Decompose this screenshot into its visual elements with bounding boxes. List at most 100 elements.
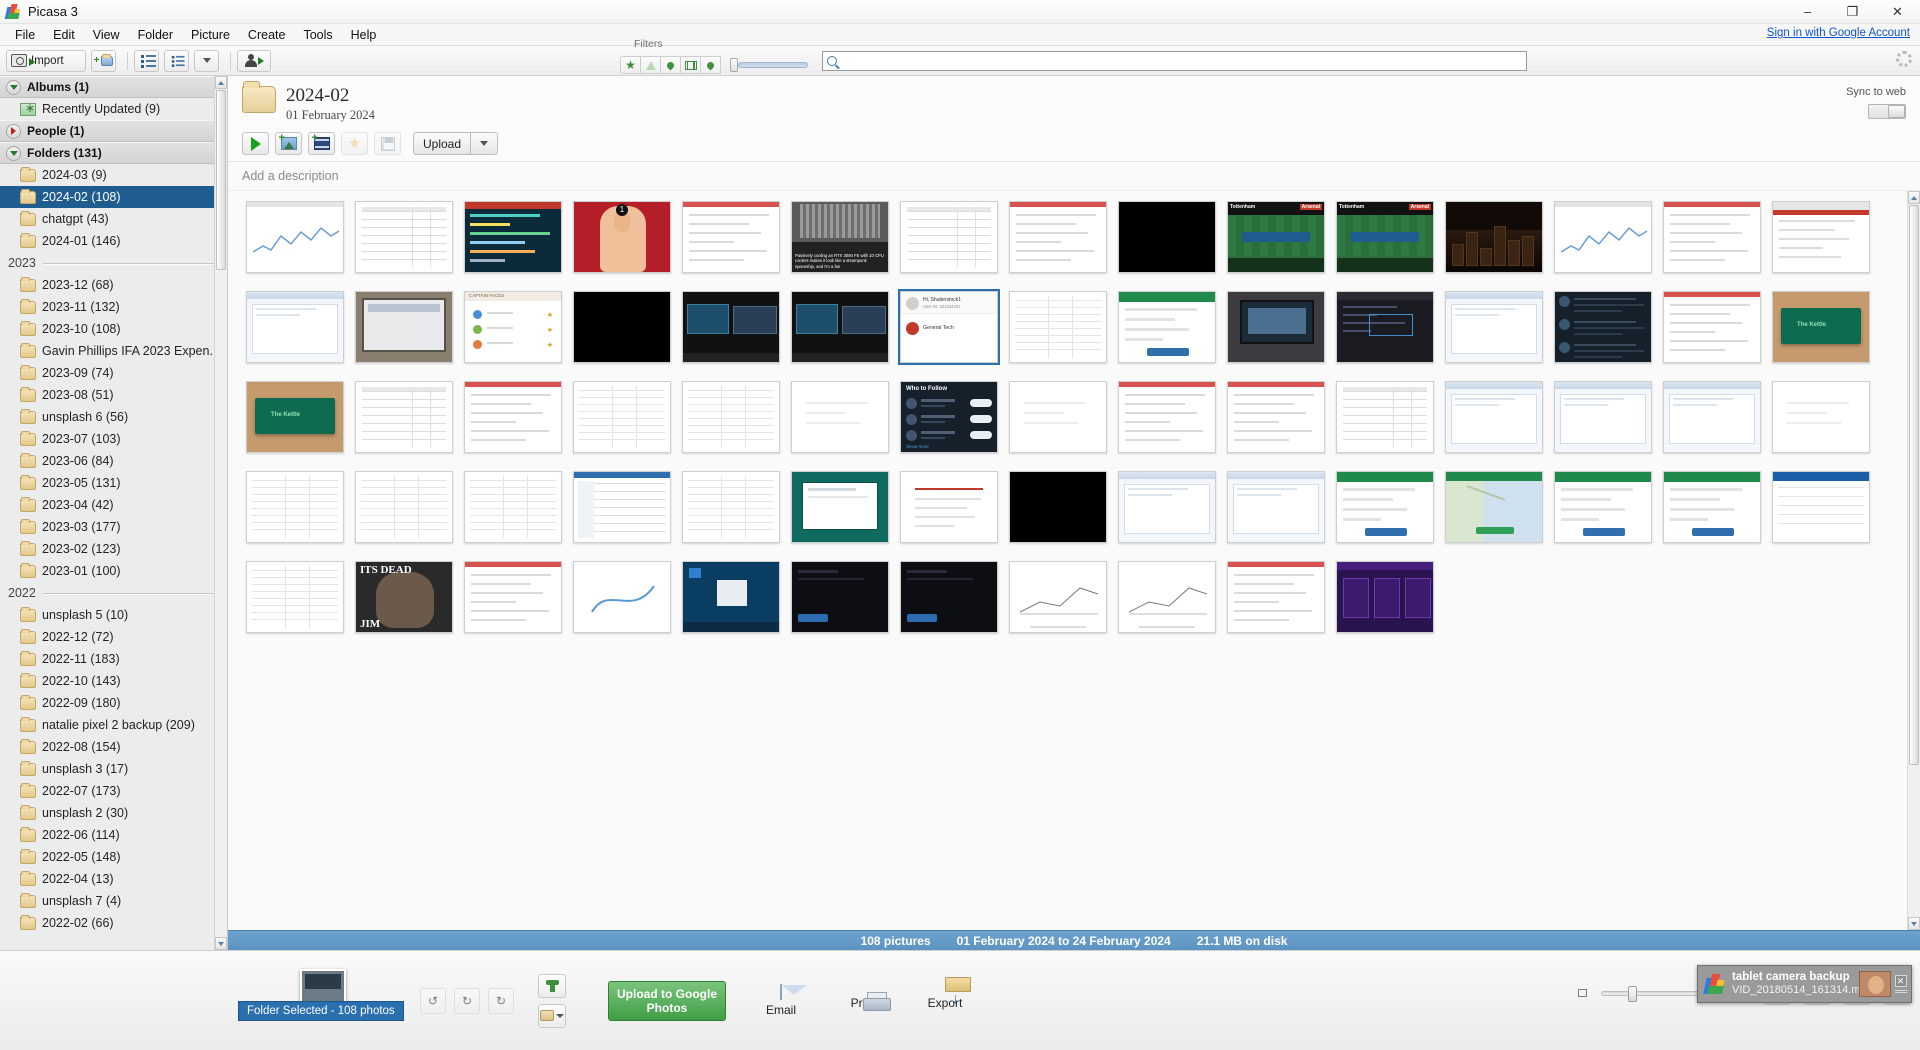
photo-thumbnail[interactable] [246,561,344,633]
photo-thumbnail[interactable] [1445,201,1543,273]
photo-thumbnail[interactable] [682,291,780,363]
save-button[interactable] [374,132,401,155]
twisty-down-icon-2[interactable] [6,146,21,161]
sidebar-item-folder[interactable]: 2024-01 (146) [0,230,227,252]
photo-thumbnail[interactable] [1227,471,1325,543]
add-album-button[interactable]: + [91,50,116,72]
photo-thumbnail[interactable] [791,561,889,633]
filter-starred-button[interactable]: ★ [620,56,641,74]
upload-to-google-photos-button[interactable]: Upload to Google Photos [608,981,726,1021]
photo-thumbnail[interactable] [1445,291,1543,363]
photo-thumbnail[interactable] [1663,201,1761,273]
view-options-dropdown[interactable] [194,50,219,72]
sidebar-item-folder[interactable]: 2022-08 (154) [0,736,227,758]
photo-thumbnail[interactable] [1663,471,1761,543]
photo-thumbnail[interactable] [355,381,453,453]
photo-thumbnail[interactable] [1336,471,1434,543]
gear-icon[interactable] [1896,51,1912,67]
photo-thumbnail[interactable] [464,561,562,633]
rotate-button[interactable]: ↻ [488,988,514,1014]
photo-thumbnail[interactable] [791,471,889,543]
menu-folder[interactable]: Folder [129,26,182,44]
print-action[interactable]: Print [836,992,890,1010]
photo-thumbnail[interactable] [1772,471,1870,543]
filter-uploaded-button[interactable] [640,56,661,74]
photo-thumbnail[interactable] [682,471,780,543]
sidebar-item-recently-updated[interactable]: Recently Updated (9) [0,98,227,120]
maximize-button[interactable]: ❐ [1830,0,1875,24]
undo-button[interactable]: ↺ [420,988,446,1014]
add-photos-button[interactable]: + [275,132,302,155]
photo-thumbnail[interactable] [1118,561,1216,633]
photo-thumbnail[interactable] [355,471,453,543]
upload-dropdown-button[interactable] [471,132,498,155]
photo-thumbnail[interactable]: Passively cooling an RTX 3080 FE with 10… [791,201,889,273]
photo-thumbnail[interactable] [900,471,998,543]
sidebar-item-folder[interactable]: 2022-09 (180) [0,692,227,714]
sidebar-item-folder[interactable]: 2024-03 (9) [0,164,227,186]
scroll-up-button[interactable] [215,76,227,89]
photo-thumbnail[interactable] [464,201,562,273]
menu-picture[interactable]: Picture [182,26,239,44]
sidebar-item-folder[interactable]: 2023-12 (68) [0,274,227,296]
menu-view[interactable]: View [84,26,129,44]
photo-thumbnail[interactable] [1772,201,1870,273]
photo-thumbnail[interactable] [1118,471,1216,543]
menu-tools[interactable]: Tools [294,26,341,44]
export-action[interactable]: Export [918,992,972,1010]
sidebar-item-folder[interactable]: unsplash 2 (30) [0,802,227,824]
search-input[interactable] [837,53,1526,69]
photo-thumbnail[interactable] [1554,471,1652,543]
sidebar-item-folder[interactable]: 2022-11 (183) [0,648,227,670]
filter-video-button[interactable] [680,56,701,74]
photo-thumbnail[interactable] [1336,291,1434,363]
photo-thumbnail[interactable] [246,291,344,363]
sidebar-item-folder[interactable]: chatgpt (43) [0,208,227,230]
photo-thumbnail[interactable] [1445,381,1543,453]
photo-thumbnail[interactable] [1009,561,1107,633]
pin-button[interactable] [538,974,566,998]
photo-thumbnail[interactable] [1009,291,1107,363]
photo-thumbnail[interactable]: The Kettle [246,381,344,453]
sidebar-item-folder[interactable]: 2022-04 (13) [0,868,227,890]
sidebar-item-folder[interactable]: 2022-10 (143) [0,670,227,692]
sidebar-item-folder[interactable]: 2023-10 (108) [0,318,227,340]
sidebar-item-folder[interactable]: unsplash 3 (17) [0,758,227,780]
photo-thumbnail[interactable] [246,471,344,543]
sidebar-item-folder[interactable]: 2023-07 (103) [0,428,227,450]
filter-geotag-button[interactable] [700,56,721,74]
tray-options-button[interactable] [538,1004,566,1028]
photo-thumbnail[interactable] [900,561,998,633]
sidebar-group-folders[interactable]: Folders (131) [0,142,227,164]
sidebar-item-folder[interactable]: 2023-02 (123) [0,538,227,560]
date-range-slider[interactable] [730,58,808,72]
photo-thumbnail[interactable] [682,201,780,273]
photo-thumbnail[interactable] [355,291,453,363]
upload-toast-notification[interactable]: tablet camera backup VID_20180514_161314… [1697,965,1912,1003]
redo-button[interactable]: ↻ [454,988,480,1014]
description-field[interactable]: Add a description [228,162,1920,191]
photo-thumbnail[interactable] [1009,201,1107,273]
sidebar-group-albums[interactable]: Albums (1) [0,76,227,98]
photo-thumbnail[interactable]: Hi, Shutterstock1User ID: 421224401Gener… [900,291,998,363]
photo-thumbnail[interactable] [1118,291,1216,363]
sidebar-item-folder[interactable]: 2023-09 (74) [0,362,227,384]
photo-thumbnail[interactable] [1772,381,1870,453]
toast-close-button[interactable]: ✕ [1895,975,1907,987]
photo-thumbnail[interactable]: ITS DEADJIM [355,561,453,633]
scroll-up-button[interactable] [1908,191,1920,204]
photo-thumbnail[interactable] [682,561,780,633]
photo-thumbnail[interactable] [1227,381,1325,453]
scrollbar-thumb[interactable] [1909,205,1919,765]
photo-thumbnail[interactable] [355,201,453,273]
sidebar-item-folder[interactable]: 2022-02 (66) [0,912,227,934]
add-video-button[interactable]: + [308,132,335,155]
sidebar-item-folder[interactable]: 2023-04 (42) [0,494,227,516]
photo-thumbnail[interactable]: TottenhamArsenal [1336,201,1434,273]
scroll-down-button[interactable] [215,937,227,950]
sidebar-item-folder[interactable]: unsplash 7 (4) [0,890,227,912]
zoom-slider-knob[interactable] [1628,986,1637,1002]
upload-button[interactable]: Upload [413,132,471,155]
sign-in-link[interactable]: Sign in with Google Account [1767,27,1910,39]
photo-thumbnail[interactable] [573,381,671,453]
